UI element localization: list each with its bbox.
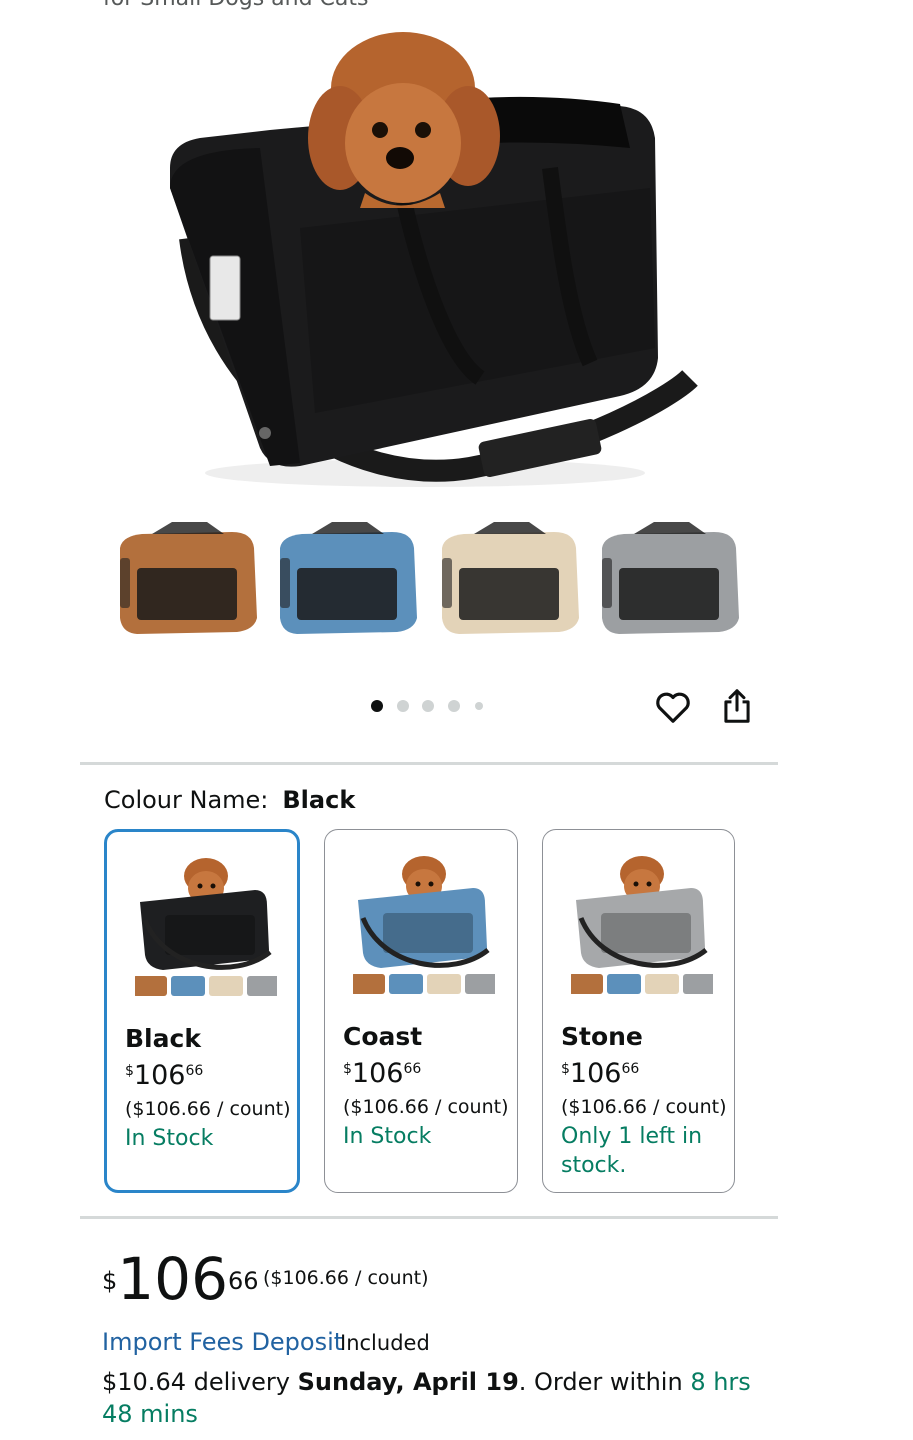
price-currency: $ bbox=[102, 1267, 118, 1295]
variant-price: $10666 bbox=[343, 1058, 421, 1089]
variant-price-whole: 106 bbox=[133, 1060, 186, 1091]
carousel-dot-2[interactable] bbox=[397, 700, 409, 712]
heart-outline-icon[interactable] bbox=[654, 688, 692, 726]
variant-card-coast[interactable]: Coast $10666 ($106.66 / count) In Stock bbox=[324, 829, 518, 1193]
carousel-dot-5[interactable] bbox=[475, 702, 483, 710]
main-unit-price: ($106.66 / count) bbox=[263, 1267, 429, 1289]
product-subtitle: for Small Dogs and Cats bbox=[103, 0, 368, 11]
variant-card-black[interactable]: Black $10666 ($106.66 / count) In Stock bbox=[104, 829, 300, 1193]
variant-unit-price: ($106.66 / count) bbox=[125, 1098, 291, 1120]
variant-unit-price: ($106.66 / count) bbox=[343, 1096, 509, 1118]
delivery-info: $10.64 delivery Sunday, April 19. Order … bbox=[102, 1366, 762, 1430]
colour-name-label: Colour Name: bbox=[104, 786, 269, 814]
main-price: $10666 bbox=[102, 1250, 259, 1308]
delivery-date: Sunday, April 19 bbox=[297, 1368, 519, 1396]
thumbnail-blue-carrier[interactable] bbox=[272, 518, 422, 638]
variant-name: Coast bbox=[343, 1022, 423, 1051]
variant-card-stone[interactable]: Stone $10666 ($106.66 / count) Only 1 left … bbox=[542, 829, 735, 1193]
variant-stock-status: In Stock bbox=[343, 1124, 432, 1149]
price-fraction: 66 bbox=[228, 1267, 259, 1295]
variant-price-whole: 106 bbox=[569, 1058, 622, 1089]
carousel-dot-4[interactable] bbox=[448, 700, 460, 712]
variant-price-currency: $ bbox=[125, 1063, 134, 1079]
variant-price: $10666 bbox=[561, 1058, 639, 1089]
section-divider bbox=[80, 762, 778, 765]
variant-stock-status: Only 1 left in stock. bbox=[561, 1124, 703, 1178]
colour-name-value: Black bbox=[282, 786, 356, 814]
variant-unit-price: ($106.66 / count) bbox=[561, 1096, 727, 1118]
colour-name-row: Colour Name: Black bbox=[104, 786, 355, 814]
variant-price-currency: $ bbox=[561, 1061, 570, 1077]
variant-image bbox=[135, 858, 277, 996]
thumbnail-brown-carrier[interactable] bbox=[112, 518, 262, 638]
thumbnail-beige-carrier[interactable] bbox=[434, 518, 584, 638]
import-fees-status: Included bbox=[340, 1331, 430, 1355]
product-main-image[interactable] bbox=[150, 18, 710, 498]
thumbnail-grey-carrier[interactable] bbox=[594, 518, 744, 638]
variant-name: Stone bbox=[561, 1022, 643, 1051]
variant-price-whole: 106 bbox=[351, 1058, 404, 1089]
variant-price-fraction: 66 bbox=[403, 1061, 422, 1077]
variant-price: $10666 bbox=[125, 1060, 203, 1091]
carousel-dot-3[interactable] bbox=[422, 700, 434, 712]
variant-image bbox=[571, 856, 713, 994]
carousel-dot-1[interactable] bbox=[371, 700, 383, 712]
delivery-cost: $10.64 delivery bbox=[102, 1368, 290, 1396]
variant-price-fraction: 66 bbox=[621, 1061, 640, 1077]
variant-name: Black bbox=[125, 1024, 201, 1053]
delivery-order-within: . Order within bbox=[518, 1368, 683, 1396]
variant-stock-status: In Stock bbox=[125, 1126, 214, 1151]
variant-price-currency: $ bbox=[343, 1061, 352, 1077]
import-fees-link[interactable]: Import Fees Deposit bbox=[102, 1328, 343, 1356]
variant-price-fraction: 66 bbox=[185, 1063, 204, 1079]
share-icon[interactable] bbox=[720, 688, 754, 724]
price-whole: 106 bbox=[117, 1245, 228, 1313]
variant-image bbox=[353, 856, 495, 994]
section-divider bbox=[80, 1216, 778, 1219]
